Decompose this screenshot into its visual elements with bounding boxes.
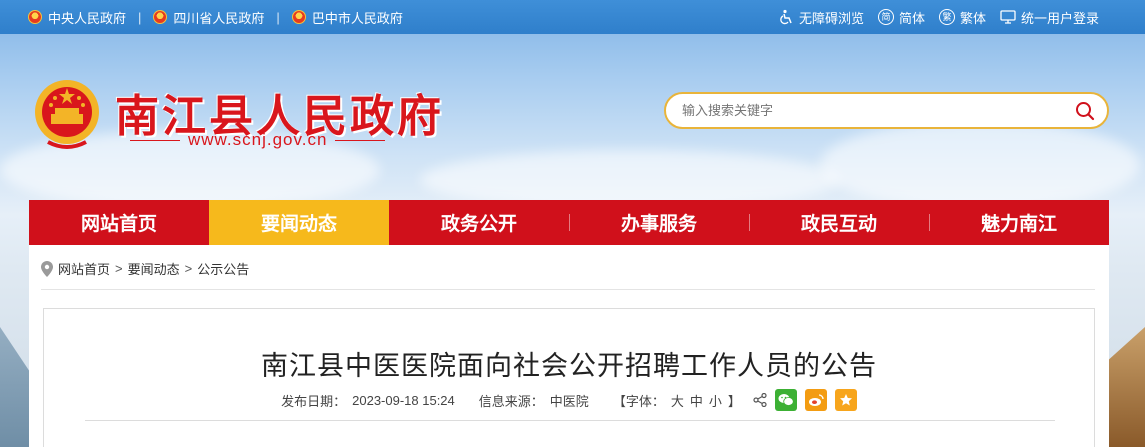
- emblem-icon: [291, 10, 306, 24]
- site-url: www.scnj.gov.cn: [188, 130, 328, 149]
- nav-home[interactable]: 网站首页: [29, 200, 209, 245]
- search-button[interactable]: [1063, 94, 1107, 127]
- weibo-share-button[interactable]: [804, 389, 827, 411]
- publish-date: 2023-09-18 15:24: [352, 392, 455, 408]
- decorative-line: [130, 139, 180, 141]
- breadcrumb-home[interactable]: 网站首页: [58, 259, 110, 278]
- simplified-label: 简体: [898, 10, 925, 26]
- emblem-icon: [153, 10, 168, 24]
- government-links: 中央人民政府 | 四川省人民政府 | 巴中市人民政府: [28, 0, 403, 34]
- nav-news[interactable]: 要闻动态: [209, 200, 389, 245]
- link-label: 巴中市人民政府: [311, 10, 403, 26]
- font-medium-button[interactable]: 中: [690, 391, 703, 410]
- source-label: 信息来源：: [478, 393, 544, 409]
- search-box: [664, 92, 1109, 129]
- divider: [85, 420, 1055, 421]
- content-panel: 网站首页 > 要闻动态 > 公示公告 南江县中医医院面向社会公开招聘工作人员的公…: [29, 245, 1109, 447]
- font-size-close: 】: [727, 393, 741, 409]
- monitor-icon: [1000, 10, 1016, 24]
- share-bar: [753, 389, 857, 411]
- link-sichuan-government[interactable]: 四川省人民政府: [153, 8, 264, 27]
- wechat-icon: [778, 394, 794, 406]
- main-nav: 网站首页 要闻动态 政务公开 办事服务 政民互动 魅力南江: [29, 200, 1109, 245]
- accessibility-label: 无障碍浏览: [798, 10, 864, 26]
- simplified-icon: 简: [877, 9, 894, 25]
- breadcrumb-notices[interactable]: 公示公告: [197, 259, 249, 278]
- site-url-row: www.scnj.gov.cn: [130, 130, 386, 150]
- article: 南江县中医医院面向社会公开招聘工作人员的公告 发布日期： 2023-09-18 …: [43, 308, 1095, 447]
- link-bazhong-government[interactable]: 巴中市人民政府: [291, 8, 403, 27]
- favorite-button[interactable]: [834, 389, 857, 411]
- emblem-icon: [28, 10, 42, 24]
- top-tools: 无障碍浏览 简 简体 繁 繁体 统一用户登录: [778, 0, 1099, 34]
- wechat-share-button[interactable]: [774, 389, 797, 411]
- divider: [41, 289, 1095, 290]
- nav-government-affairs[interactable]: 政务公开: [389, 200, 569, 245]
- source-value: 中医院: [549, 393, 589, 409]
- login-label: 统一用户登录: [1020, 10, 1099, 26]
- breadcrumb-news[interactable]: 要闻动态: [128, 259, 180, 278]
- link-label: 四川省人民政府: [173, 10, 265, 26]
- accessibility-icon: [780, 9, 792, 25]
- nav-services[interactable]: 办事服务: [569, 200, 749, 245]
- breadcrumb: 网站首页 > 要闻动态 > 公示公告: [41, 259, 249, 278]
- top-bar: 中央人民政府 | 四川省人民政府 | 巴中市人民政府 无障碍浏览 简 简体 繁: [0, 0, 1145, 34]
- breadcrumb-separator: >: [115, 261, 123, 276]
- date-label: 发布日期：: [281, 393, 347, 409]
- link-label: 中央人民政府: [48, 10, 127, 26]
- nav-interaction[interactable]: 政民互动: [749, 200, 929, 245]
- simplified-chinese-link[interactable]: 简 简体: [877, 8, 925, 27]
- link-central-government[interactable]: 中央人民政府: [28, 8, 126, 27]
- font-size-label: 【字体：: [612, 393, 665, 409]
- national-emblem-logo: [34, 76, 100, 152]
- article-title: 南江县中医医院面向社会公开招聘工作人员的公告: [261, 351, 877, 381]
- search-icon: [1076, 101, 1095, 120]
- star-icon: [839, 394, 852, 406]
- decorative-line: [335, 139, 386, 141]
- traditional-icon: 繁: [938, 9, 955, 25]
- traditional-chinese-link[interactable]: 繁 繁体: [938, 8, 986, 27]
- separator: |: [138, 9, 142, 25]
- article-meta: 发布日期： 2023-09-18 15:24 信息来源： 中医院 【字体： 大 …: [44, 389, 1094, 411]
- weibo-icon: [808, 394, 824, 406]
- nav-charm-nanjiang[interactable]: 魅力南江: [929, 200, 1109, 245]
- location-pin-icon: [41, 260, 53, 277]
- breadcrumb-separator: >: [184, 261, 193, 276]
- search-input[interactable]: [666, 94, 1063, 127]
- traditional-label: 繁体: [959, 10, 986, 26]
- font-small-button[interactable]: 小: [709, 391, 722, 410]
- emblem-icon: [35, 80, 99, 149]
- font-large-button[interactable]: 大: [671, 391, 684, 410]
- share-icon[interactable]: [753, 393, 767, 407]
- separator: |: [276, 9, 280, 25]
- accessibility-link[interactable]: 无障碍浏览: [778, 8, 864, 27]
- login-link[interactable]: 统一用户登录: [1000, 8, 1099, 27]
- background-cloud: [820, 120, 1140, 210]
